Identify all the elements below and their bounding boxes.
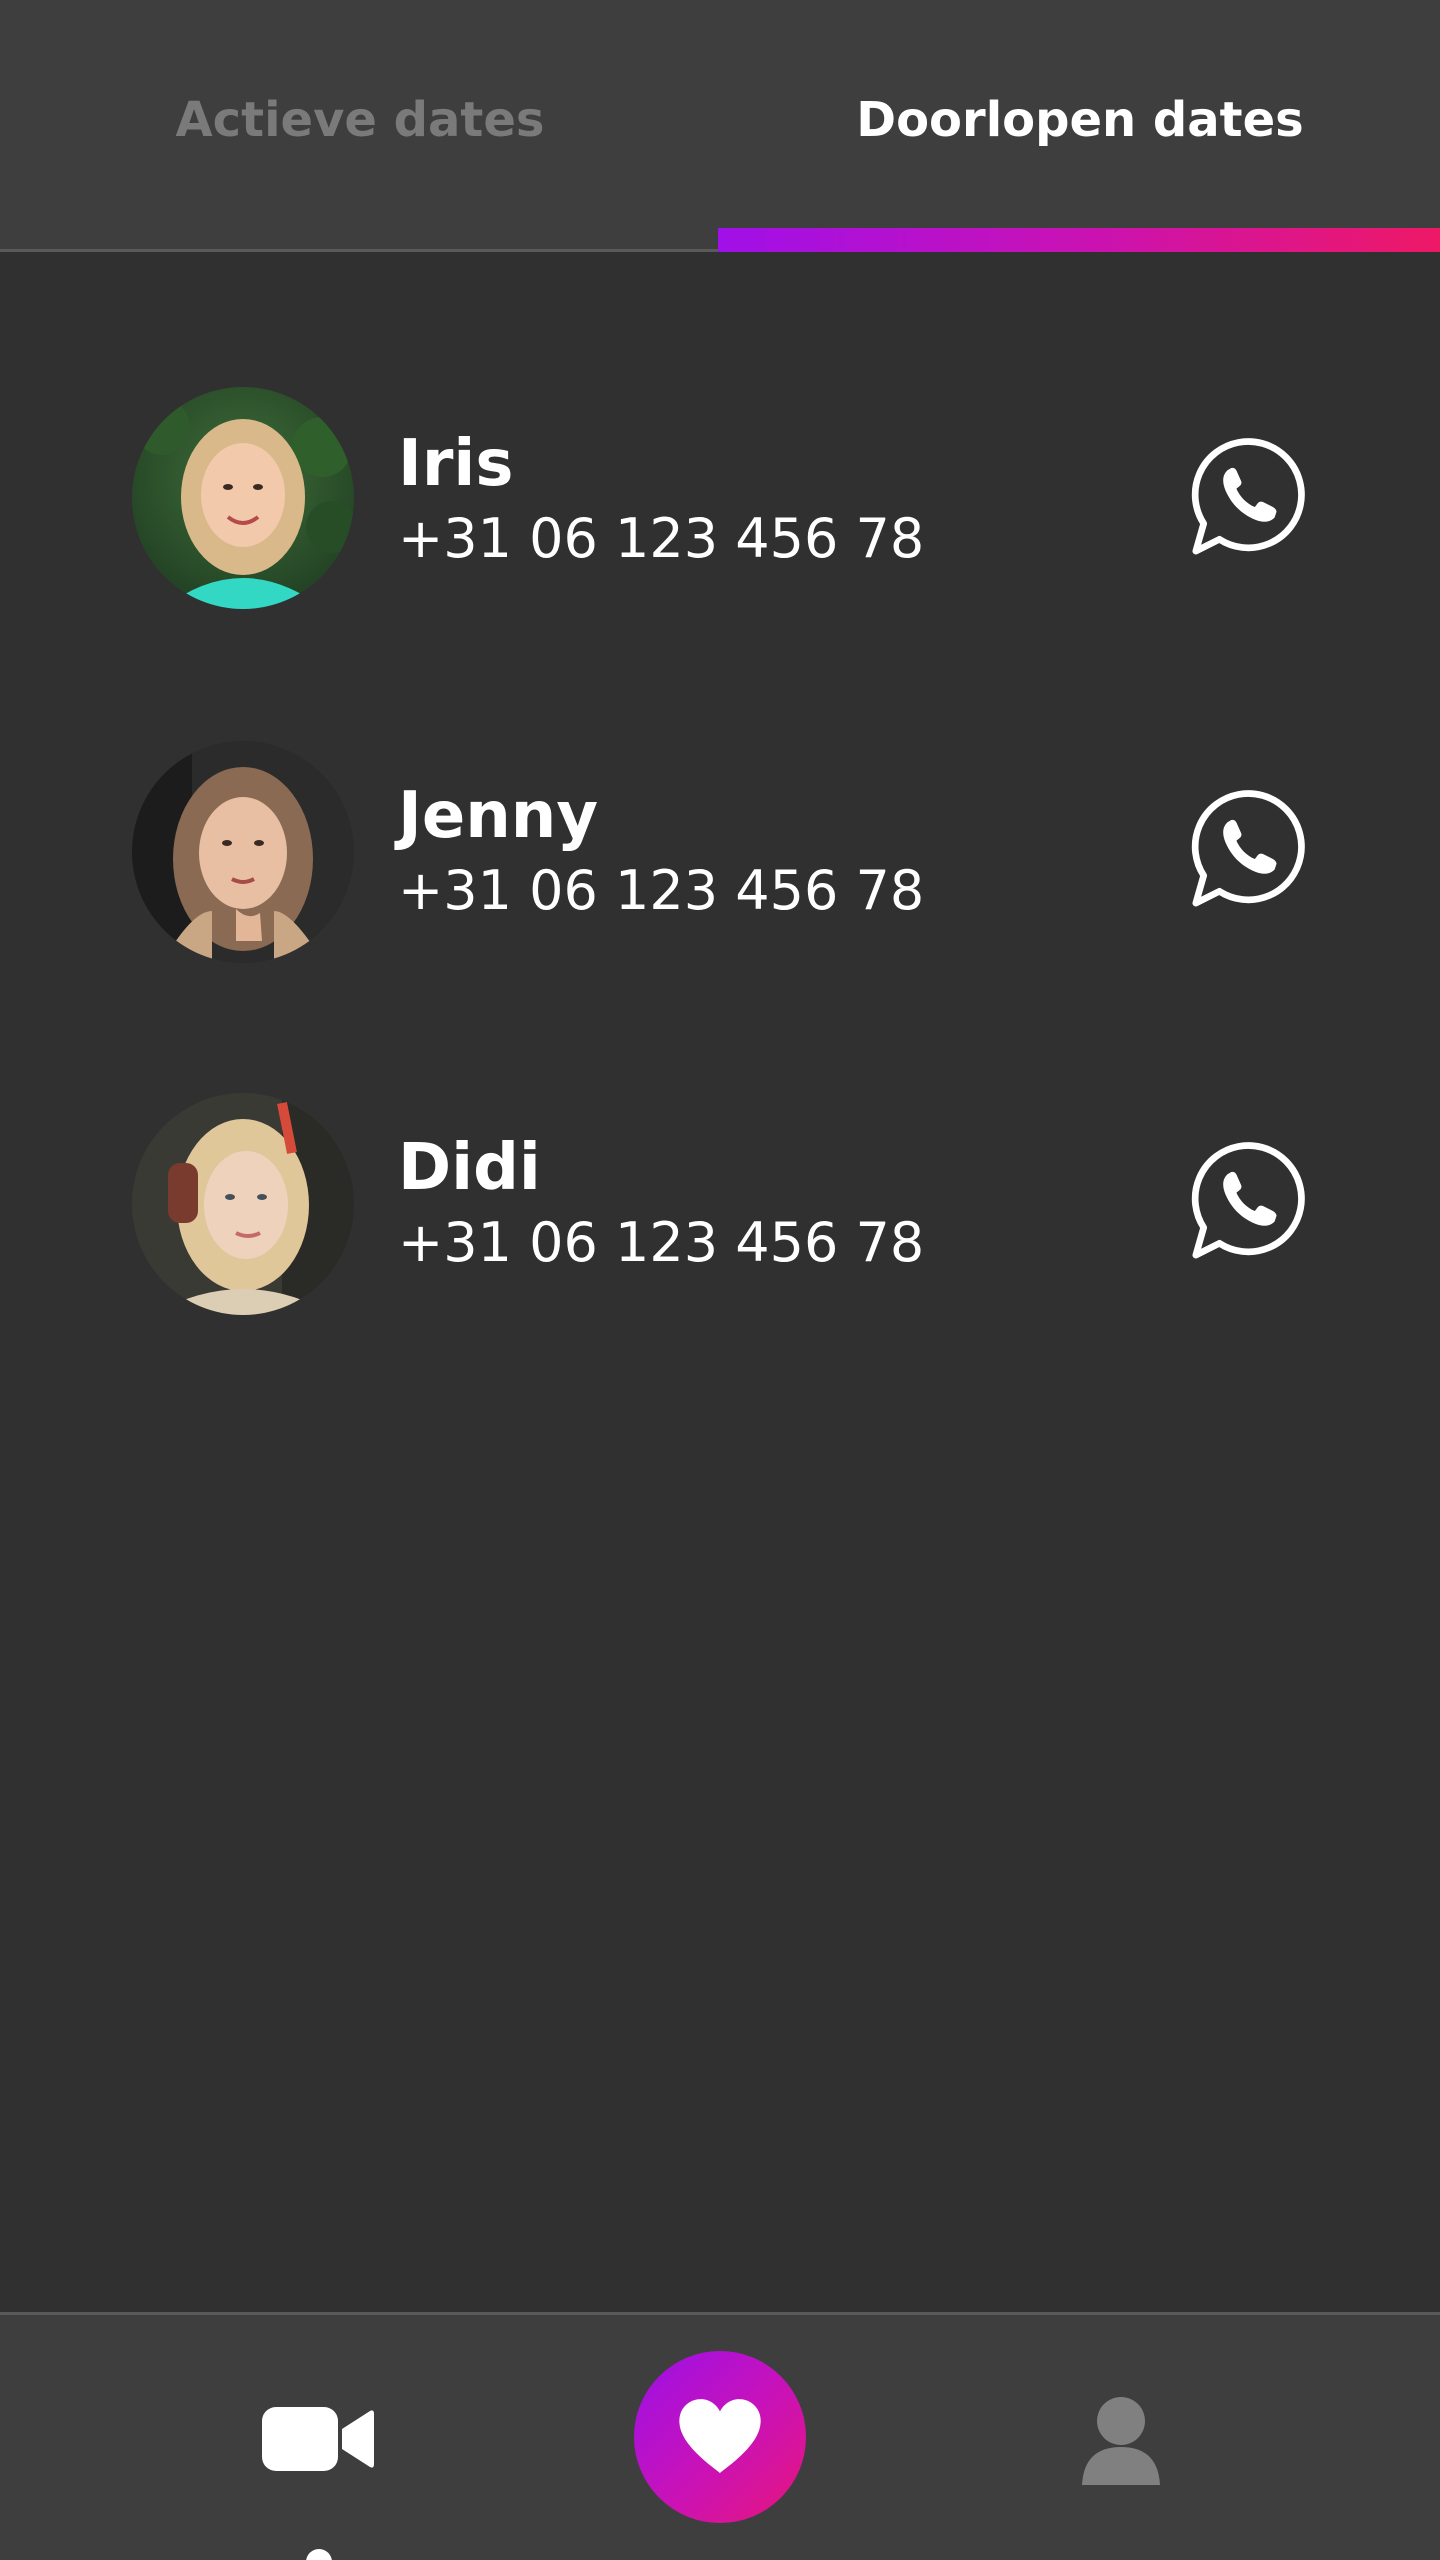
contact-name: Jenny bbox=[398, 779, 599, 853]
selected-indicator-dot bbox=[306, 2549, 332, 2560]
contact-row[interactable]: Jenny +31 06 123 456 78 bbox=[0, 727, 1440, 987]
bottom-navigation bbox=[0, 2312, 1440, 2560]
contact-phone: +31 06 123 456 78 bbox=[398, 1211, 925, 1274]
avatar bbox=[132, 1093, 354, 1315]
contact-phone: +31 06 123 456 78 bbox=[398, 859, 925, 922]
contact-row[interactable]: Didi +31 06 123 456 78 bbox=[0, 1079, 1440, 1339]
heart-button[interactable] bbox=[634, 2351, 806, 2523]
tab-bar: Actieve dates Doorlopen dates bbox=[0, 0, 1440, 252]
contact-name: Iris bbox=[398, 427, 514, 501]
whatsapp-icon[interactable] bbox=[1184, 1137, 1310, 1263]
avatar-photo-iris bbox=[132, 387, 354, 609]
avatar bbox=[132, 387, 354, 609]
tab-past-dates-label: Doorlopen dates bbox=[856, 92, 1304, 148]
profile-icon[interactable] bbox=[1080, 2395, 1162, 2485]
tab-past-dates[interactable]: Doorlopen dates bbox=[720, 0, 1440, 252]
tab-selected-indicator bbox=[718, 228, 1440, 252]
contact-name: Didi bbox=[398, 1131, 541, 1205]
contact-phone: +31 06 123 456 78 bbox=[398, 507, 925, 570]
whatsapp-icon[interactable] bbox=[1184, 785, 1310, 911]
contact-row[interactable]: Iris +31 06 123 456 78 bbox=[0, 375, 1440, 635]
app-screen: Actieve dates Doorlopen dates Iris +31 0… bbox=[0, 0, 1440, 2560]
avatar bbox=[132, 741, 354, 963]
tab-active-dates-label: Actieve dates bbox=[175, 92, 545, 148]
whatsapp-icon[interactable] bbox=[1184, 433, 1310, 559]
video-camera-icon[interactable] bbox=[262, 2403, 374, 2475]
tab-active-dates[interactable]: Actieve dates bbox=[0, 0, 720, 252]
avatar-photo-jenny bbox=[132, 741, 354, 963]
heart-icon bbox=[679, 2399, 761, 2474]
avatar-photo-didi bbox=[132, 1093, 354, 1315]
